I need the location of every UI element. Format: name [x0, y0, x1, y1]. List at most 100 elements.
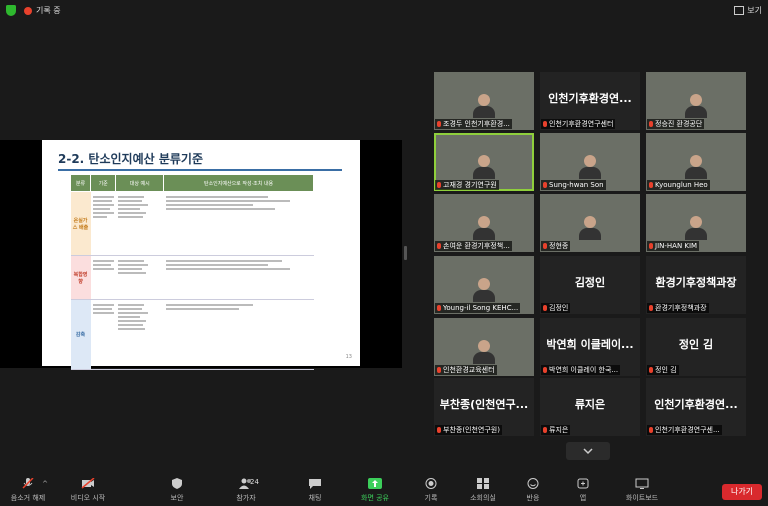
share-screen-icon: [368, 478, 382, 489]
participant-name: 손여운 환경기후정책...: [443, 242, 510, 250]
participant-tile[interactable]: 인천환경교육센터: [434, 318, 534, 376]
participant-tile[interactable]: Sung-hwan Son: [540, 133, 640, 191]
participant-tile[interactable]: 고재경 경기연구원: [434, 133, 534, 191]
participant-display-name: 인천기후환경연...: [654, 398, 738, 412]
participants-button[interactable]: 24 참가자: [218, 470, 274, 506]
participant-display-name: 환경기후정책과장: [655, 276, 737, 290]
participant-tile[interactable]: 류지은 류지은: [540, 378, 640, 436]
slide-cell: [90, 299, 116, 370]
muted-mic-icon: [543, 367, 547, 373]
muted-mic-icon: [543, 182, 547, 188]
security-button[interactable]: 보안: [152, 470, 202, 506]
participant-name: 인천환경교육센터: [443, 366, 495, 374]
slide-cell: [90, 191, 116, 256]
slide-title: 2-2. 탄소인지예산 분류기준: [58, 152, 203, 166]
next-page-button[interactable]: [566, 442, 610, 460]
chat-label: 채팅: [308, 494, 322, 502]
slide-table: 분류 기준 대상 예시 탄소인지예산으로 작성·조치 내용 온실가스 배출 복합…: [70, 174, 314, 370]
participant-name-label: 정현종: [541, 241, 571, 251]
participant-video-figure: [579, 216, 601, 240]
mute-button[interactable]: 음소거 해제 ^: [2, 470, 54, 506]
participant-name: 정인 김: [655, 366, 677, 374]
participant-tile[interactable]: 인천기후환경연... 인천기후환경연구센터: [540, 72, 640, 130]
muted-mic-icon: [437, 305, 441, 311]
slide-header-examples: 대상 예시: [115, 174, 165, 192]
apps-button[interactable]: 앱: [558, 470, 608, 506]
participant-video-figure: [685, 155, 707, 179]
muted-mic-icon: [543, 305, 547, 311]
grid-view-icon: [734, 6, 745, 15]
participant-name-label: 부찬종(인천연구원): [435, 425, 502, 435]
encryption-shield-icon[interactable]: [6, 5, 16, 16]
view-button[interactable]: 보기: [734, 5, 762, 16]
participant-tile[interactable]: Kyounglun Heo: [646, 133, 746, 191]
participant-tile[interactable]: Young-il Song KEHC...: [434, 256, 534, 314]
participant-tile[interactable]: 환경기후정책과장 환경기후정책과장: [646, 256, 746, 314]
participants-label: 참가자: [236, 494, 256, 502]
smiley-icon: [527, 478, 539, 489]
muted-mic-icon: [543, 427, 547, 433]
participant-name-label: Kyounglun Heo: [647, 180, 710, 190]
slide-header-criteria: 기준: [89, 174, 117, 192]
participant-tile[interactable]: 인천기후환경연... 인천기후환경연구센...: [646, 378, 746, 436]
breakout-rooms-button[interactable]: 소회의실: [458, 470, 508, 506]
slide-header-actions: 탄소인지예산으로 작성·조치 내용: [163, 174, 314, 192]
apps-label: 앱: [579, 494, 587, 502]
participant-tile[interactable]: 김정인 김정인: [540, 256, 640, 314]
reactions-button[interactable]: 반응: [508, 470, 558, 506]
leave-meeting-button[interactable]: 나가기: [722, 484, 762, 500]
participant-tile[interactable]: 정현종: [540, 194, 640, 252]
participant-name: 고재경 경기연구원: [443, 181, 497, 189]
chevron-down-icon: [583, 448, 593, 455]
record-button[interactable]: 기록: [406, 470, 456, 506]
view-label: 보기: [747, 6, 762, 15]
participant-video-figure: [579, 155, 601, 179]
slide-category: 감축: [70, 299, 91, 370]
slide-cell: [115, 255, 164, 300]
participant-name-label: Young-il Song KEHC...: [435, 303, 521, 313]
chat-icon: [309, 479, 321, 489]
caret-up-icon[interactable]: ^: [42, 480, 48, 488]
participant-name: 정현종: [549, 242, 569, 250]
participant-tile[interactable]: JIN-HAN KIM: [646, 194, 746, 252]
slide-row: 온실가스 배출: [70, 191, 314, 256]
participant-tile[interactable]: 박연희 이클레이... 박연희 이클레이 한국...: [540, 318, 640, 376]
participant-name-label: 인천환경교육센터: [435, 365, 497, 375]
slide-page-number: 13: [345, 354, 352, 360]
security-label: 보안: [170, 494, 184, 502]
participant-tile[interactable]: 정승진 환경공단: [646, 72, 746, 130]
participant-name-label: 인천기후환경연구센터: [541, 119, 616, 129]
muted-mic-icon: [437, 182, 441, 188]
chat-button[interactable]: 채팅: [290, 470, 340, 506]
recording-label[interactable]: 기록 중: [36, 5, 61, 16]
muted-mic-icon: [649, 367, 653, 373]
share-screen-label: 화면 공유: [361, 494, 389, 502]
participant-video-figure: [473, 340, 495, 364]
muted-mic-icon: [649, 243, 653, 249]
whiteboard-button[interactable]: 화이트보드: [614, 470, 670, 506]
muted-mic-icon: [543, 121, 547, 127]
participant-tile[interactable]: 부찬종(인천연구... 부찬종(인천연구원): [434, 378, 534, 436]
participant-name-label: 인천기후환경연구센...: [647, 425, 722, 435]
participant-name: 환경기후정책과장: [655, 304, 707, 312]
breakout-rooms-label: 소회의실: [470, 494, 496, 502]
video-button[interactable]: 비디오 시작: [60, 470, 116, 506]
participant-tile[interactable]: 손여운 환경기후정책...: [434, 194, 534, 252]
slide-cell: [115, 191, 164, 256]
participant-display-name: 부찬종(인천연구...: [439, 398, 529, 412]
reactions-label: 반응: [526, 494, 540, 502]
meeting-toolbar: 음소거 해제 ^ 비디오 시작 보안 24 참가자 채팅 화면 공유 기록 소회…: [0, 470, 768, 506]
participant-tile[interactable]: 조경두 인천기후환경...: [434, 72, 534, 130]
split-divider-handle[interactable]: [404, 246, 407, 260]
slide-cell: [163, 191, 314, 256]
participant-name-label: 김정인: [541, 303, 571, 313]
muted-mic-icon: [437, 367, 441, 373]
participant-name-label: 류지은: [541, 425, 571, 435]
share-screen-button[interactable]: 화면 공유: [348, 470, 402, 506]
participant-display-name: 박연희 이클레이...: [546, 338, 634, 352]
muted-mic-icon: [22, 478, 34, 489]
muted-mic-icon: [437, 427, 441, 433]
participant-tile[interactable]: 정인 김 정인 김: [646, 318, 746, 376]
shield-icon: [172, 478, 182, 489]
participant-name: 부찬종(인천연구원): [443, 426, 500, 434]
